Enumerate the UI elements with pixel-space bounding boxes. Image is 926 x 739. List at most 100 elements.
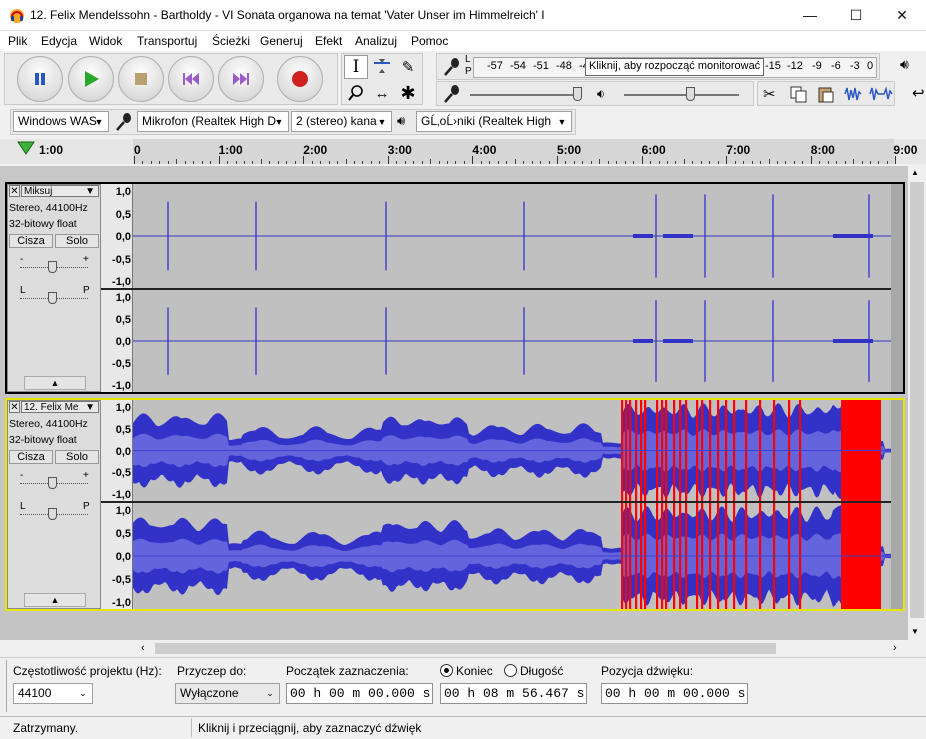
selection-start-label: Początek zaznaczenia: [286,664,409,678]
play-head-indicator-icon[interactable] [17,141,35,155]
track-2-close-icon[interactable]: ✕ [9,401,20,413]
skip-end-button[interactable] [218,56,264,102]
cut-icon[interactable]: ✂ [763,85,776,103]
time-shift-tool[interactable]: ↔ [370,81,394,105]
play-button[interactable] [68,56,114,102]
chevron-down-icon: ⌄ [266,688,274,698]
multi-tool[interactable]: ✱ [396,81,420,105]
track-1-collapse-button[interactable]: ▲ [24,376,86,390]
status-bar [0,716,926,739]
track-1-mute-button[interactable]: Cisza [9,234,53,248]
track-1-gain-thumb[interactable] [48,261,57,273]
pause-button[interactable] [17,56,63,102]
minimize-button[interactable]: — [787,0,833,30]
selection-start-time[interactable]: 00 h 00 m 00.000 s [286,683,433,704]
recording-device-dropdown[interactable]: Mikrofon (Realtek High D ▼ [137,111,289,132]
track-2-pan-thumb[interactable] [48,508,57,520]
ruler-minor-tick [379,161,381,164]
track-2-format: 32-bitowy float [9,434,77,446]
snap-to-dropdown[interactable]: Wyłączone ⌄ [175,683,280,704]
audio-host-dropdown[interactable]: Windows WAS ▼ [13,111,109,132]
scroll-up-icon[interactable]: ▲ [911,168,919,177]
copy-icon[interactable] [789,85,809,103]
track-2-collapse-button[interactable]: ▲ [24,593,86,607]
zoom-tool[interactable] [344,81,368,105]
ruler-minor-tick [760,161,762,164]
silence-icon[interactable] [869,85,893,103]
ruler-minor-tick [243,161,245,164]
speaker-device-icon: 🔊︎ [397,113,406,128]
track-1-pan-thumb[interactable] [48,292,57,304]
envelope-tool[interactable] [370,55,394,79]
amplitude-scale-label: 0,0 [115,231,131,243]
ruler-minor-tick [311,161,313,164]
menu-file[interactable]: Plik [8,34,27,48]
pause-icon [35,73,45,85]
length-radio[interactable] [504,664,517,677]
record-button[interactable] [277,56,323,102]
ruler-minor-tick [793,161,795,164]
playback-device-dropdown[interactable]: GĹ‚oĹ›niki (Realtek High ▼ [416,111,572,132]
chevron-down-icon: ▼ [274,116,284,127]
selection-end-time[interactable]: 00 h 08 m 56.467 s [440,683,587,704]
vertical-scroll-thumb[interactable] [910,182,924,618]
undo-icon[interactable]: ↩ [912,84,925,102]
microphone-meter-icon[interactable] [442,57,462,77]
track-1-solo-button[interactable]: Solo [55,234,99,248]
skip-start-button[interactable] [168,56,214,102]
recording-volume-slider-track[interactable] [470,94,580,96]
stop-button[interactable] [118,56,164,102]
waveform-display[interactable] [133,184,891,609]
recording-volume-slider-thumb[interactable] [573,87,582,101]
track-2-gain-thumb[interactable] [48,477,57,489]
project-rate-dropdown[interactable]: 44100 ⌄ [13,683,93,704]
amplitude-scale-label: -0,5 [112,574,131,586]
scroll-right-icon[interactable]: › [893,642,897,654]
draw-tool[interactable]: ✎ [396,55,420,79]
ruler-minor-tick [768,159,770,164]
selection-tool[interactable]: I [344,55,368,79]
timeline-ruler-track[interactable] [133,139,894,164]
menu-generate[interactable]: Generuj [260,34,303,48]
maximize-button[interactable]: ☐ [833,0,879,30]
menu-effect[interactable]: Efekt [315,34,342,48]
track-2-name-menu[interactable]: 12. Felix Me ▼ [21,401,99,413]
track-1-close-icon[interactable]: ✕ [9,185,20,197]
menu-analyze[interactable]: Analizuj [355,34,397,48]
track-1-rate: Stereo, 44100Hz [9,202,88,214]
ruler-minor-tick [447,161,449,164]
track-2-solo-button[interactable]: Solo [55,450,99,464]
end-radio[interactable] [440,664,453,677]
paste-icon[interactable] [816,85,836,103]
trim-icon[interactable] [843,85,863,103]
menu-help[interactable]: Pomoc [411,34,448,48]
playback-volume-slider-thumb[interactable] [686,87,695,101]
ruler-minor-tick [776,161,778,164]
speaker-volume-icon: 🔉︎ [597,86,606,101]
ruler-minor-tick [633,161,635,164]
horizontal-scroll-thumb[interactable] [155,643,776,654]
track-1-name-menu[interactable]: Miksuj ▼ [21,185,99,197]
menu-transport[interactable]: Transportuj [137,34,197,48]
scroll-left-icon[interactable]: ‹ [141,642,145,654]
playback-meter-speaker-icon[interactable]: 🔊︎ [900,56,922,78]
length-radio-label: Długość [520,664,564,678]
close-button[interactable]: ✕ [879,0,925,30]
audio-position-time[interactable]: 00 h 00 m 00.000 s [601,683,748,704]
monitor-tooltip[interactable]: Kliknij, aby rozpocząć monitorować [585,58,765,76]
menu-view[interactable]: Widok [89,34,122,48]
ruler-minor-tick [514,159,516,164]
amplitude-scale-label: 0,5 [115,423,131,436]
meter-tick: -15 [765,60,781,72]
title-bar[interactable]: 12. Felix Mendelssohn - Bartholdy - VI S… [0,0,926,31]
microphone-device-icon [116,113,131,131]
scroll-down-icon[interactable]: ▼ [911,627,919,636]
amplitude-scale-label: 1,0 [115,292,131,304]
recording-channels-dropdown[interactable]: 2 (stereo) kana ▼ [291,111,392,132]
track-1-gain-plus: + [83,254,89,265]
chevron-down-icon: ▼ [377,116,387,127]
menu-edit[interactable]: Edycja [41,34,77,48]
track-2-mute-button[interactable]: Cisza [9,450,53,464]
menu-tracks[interactable]: Ścieżki [212,34,250,48]
playback-volume-slider-track[interactable] [624,94,739,96]
